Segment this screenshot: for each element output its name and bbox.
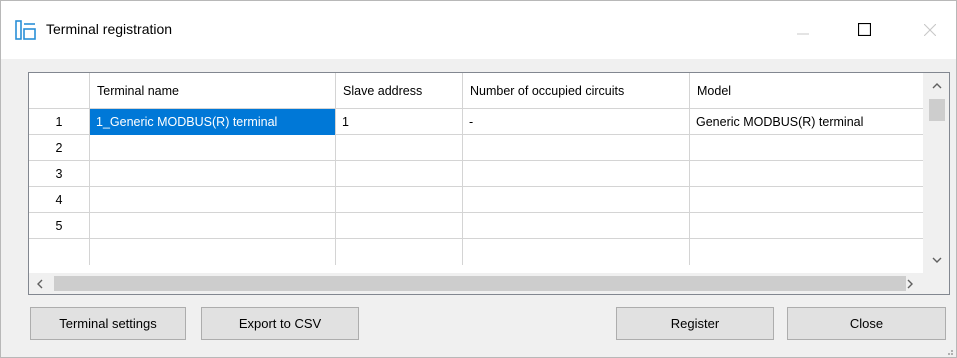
- cell-slave-address[interactable]: [336, 161, 463, 187]
- row-number[interactable]: 5: [29, 213, 90, 239]
- column-header-terminal-name[interactable]: Terminal name: [90, 73, 336, 109]
- cell-model[interactable]: [690, 135, 923, 161]
- table-row: 5: [29, 213, 923, 239]
- table-row: 4: [29, 187, 923, 213]
- scroll-down-arrow-icon[interactable]: [924, 247, 949, 273]
- scrollbar-corner: [923, 273, 949, 294]
- cell-slave-address[interactable]: [336, 187, 463, 213]
- scroll-up-arrow-icon[interactable]: [924, 73, 949, 99]
- cell-terminal-name[interactable]: [90, 135, 336, 161]
- minimize-button[interactable]: [780, 13, 826, 49]
- table-row-partial: [29, 239, 923, 265]
- register-button[interactable]: Register: [616, 307, 774, 340]
- maximize-button[interactable]: [841, 13, 887, 49]
- table-row: 1 1_Generic MODBUS(R) terminal 1 - Gener…: [29, 109, 923, 135]
- cell-slave-address[interactable]: 1: [336, 109, 463, 135]
- column-header-model[interactable]: Model: [690, 73, 923, 109]
- minimize-icon: [797, 24, 809, 39]
- resize-grip-icon[interactable]: [944, 345, 954, 355]
- close-window-button[interactable]: [907, 13, 953, 49]
- window-title: Terminal registration: [46, 21, 173, 37]
- app-icon: [15, 19, 37, 41]
- cell-model[interactable]: Generic MODBUS(R) terminal: [690, 109, 923, 135]
- cell-occupied-circuits[interactable]: [463, 135, 690, 161]
- cell-terminal-name[interactable]: [90, 213, 336, 239]
- cell-terminal-name[interactable]: [90, 187, 336, 213]
- scroll-right-arrow-icon[interactable]: [899, 273, 921, 294]
- cell-slave-address[interactable]: [336, 135, 463, 161]
- grid-header-row: Terminal name Slave address Number of oc…: [29, 73, 923, 109]
- terminal-settings-button[interactable]: Terminal settings: [30, 307, 186, 340]
- close-icon: [923, 23, 937, 39]
- grid-viewport: Terminal name Slave address Number of oc…: [29, 73, 923, 273]
- vertical-scrollbar[interactable]: [923, 73, 949, 273]
- column-header-occupied-circuits[interactable]: Number of occupied circuits: [463, 73, 690, 109]
- cell-model[interactable]: [690, 213, 923, 239]
- close-button[interactable]: Close: [787, 307, 946, 340]
- cell-occupied-circuits[interactable]: [463, 213, 690, 239]
- cell-model[interactable]: [690, 161, 923, 187]
- column-header-slave-address[interactable]: Slave address: [336, 73, 463, 109]
- cell-empty: [463, 239, 690, 265]
- table-row: 3: [29, 161, 923, 187]
- scroll-left-arrow-icon[interactable]: [29, 273, 51, 294]
- cell-terminal-name[interactable]: 1_Generic MODBUS(R) terminal: [90, 109, 336, 135]
- table-row: 2: [29, 135, 923, 161]
- export-csv-button[interactable]: Export to CSV: [201, 307, 359, 340]
- terminal-grid[interactable]: Terminal name Slave address Number of oc…: [28, 72, 950, 295]
- cell-occupied-circuits[interactable]: -: [463, 109, 690, 135]
- cell-model[interactable]: [690, 187, 923, 213]
- cell-empty: [336, 239, 463, 265]
- row-number[interactable]: 4: [29, 187, 90, 213]
- row-number[interactable]: 1: [29, 109, 90, 135]
- horizontal-scrollbar[interactable]: [29, 273, 923, 294]
- maximize-icon: [857, 22, 871, 39]
- cell-terminal-name[interactable]: [90, 161, 336, 187]
- cell-occupied-circuits[interactable]: [463, 161, 690, 187]
- title-bar: Terminal registration: [1, 1, 956, 59]
- row-header-corner: [29, 73, 90, 109]
- row-number[interactable]: 2: [29, 135, 90, 161]
- row-number-empty: [29, 239, 90, 265]
- horizontal-scroll-thumb[interactable]: [54, 276, 906, 291]
- cell-occupied-circuits[interactable]: [463, 187, 690, 213]
- cell-empty: [90, 239, 336, 265]
- vertical-scroll-thumb[interactable]: [929, 99, 945, 121]
- terminal-registration-window: Terminal registration Terminal name Slav…: [0, 0, 957, 358]
- row-number[interactable]: 3: [29, 161, 90, 187]
- cell-slave-address[interactable]: [336, 213, 463, 239]
